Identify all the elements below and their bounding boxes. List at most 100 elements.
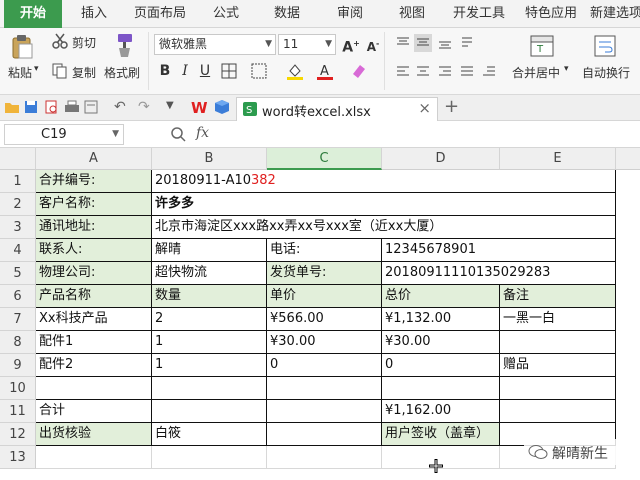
cell-style-icon[interactable]	[250, 62, 268, 80]
merge-dropdown-icon[interactable]: ▾	[564, 64, 569, 74]
cell-b10[interactable]	[152, 377, 267, 400]
scissors-icon[interactable]	[52, 33, 68, 52]
cell-d6[interactable]: 总价	[382, 285, 500, 308]
cell-b2[interactable]: 许多多	[152, 193, 616, 216]
undo-icon[interactable]: ↶	[114, 99, 126, 115]
column-header-d[interactable]: D	[382, 148, 500, 170]
tab-page-layout[interactable]: 页面布局	[124, 0, 196, 28]
cell-e7[interactable]: 一黑一白	[500, 308, 616, 331]
tab-review[interactable]: 审阅	[320, 0, 380, 28]
tab-insert[interactable]: 插入	[66, 0, 122, 28]
cell-c4[interactable]: 电话:	[267, 239, 382, 262]
row-header[interactable]: 12	[0, 423, 36, 446]
cell-e10[interactable]	[500, 377, 616, 400]
tab-formulas[interactable]: 公式	[198, 0, 254, 28]
print-icon[interactable]	[64, 100, 80, 117]
column-header-c[interactable]: C	[267, 148, 382, 170]
cell-a13[interactable]	[36, 446, 152, 469]
column-header-a[interactable]: A	[36, 148, 152, 170]
cell-e9[interactable]: 赠品	[500, 354, 616, 377]
cell-c9[interactable]: 0	[267, 354, 382, 377]
quick-access-dropdown-icon[interactable]: ▼	[166, 100, 174, 111]
row-header[interactable]: 13	[0, 446, 36, 469]
new-tab-icon[interactable]: +	[444, 96, 459, 117]
cell-a12[interactable]: 出货核验	[36, 423, 152, 446]
align-right-icon[interactable]	[436, 64, 454, 82]
row-header[interactable]: 11	[0, 400, 36, 423]
cell-a11[interactable]: 合计	[36, 400, 152, 423]
cell-b12[interactable]: 白筱	[152, 423, 267, 446]
save-icon[interactable]	[24, 100, 38, 117]
cut-button[interactable]: 剪切	[72, 34, 96, 51]
row-header[interactable]: 10	[0, 377, 36, 400]
cell-b4[interactable]: 解晴	[152, 239, 267, 262]
column-header-e[interactable]: E	[500, 148, 616, 170]
cell-a7[interactable]: Xx科技产品	[36, 308, 152, 331]
bold-icon[interactable]: B	[156, 62, 174, 80]
cell-c13[interactable]	[267, 446, 382, 469]
copy-button[interactable]: 复制	[72, 64, 96, 81]
copy-icon[interactable]	[52, 63, 68, 82]
paste-icon[interactable]	[10, 34, 34, 63]
wrap-text-button[interactable]: 自动换行	[582, 64, 630, 81]
cell-d12[interactable]: 用户签收（盖章）	[382, 423, 500, 446]
file-tab[interactable]: S word转excel.xlsx ×	[236, 97, 438, 121]
row-header[interactable]: 6	[0, 285, 36, 308]
font-size-select[interactable]: 11 ▼	[278, 34, 336, 55]
align-center-icon[interactable]	[414, 64, 432, 82]
row-header[interactable]: 8	[0, 331, 36, 354]
cell-e6[interactable]: 备注	[500, 285, 616, 308]
preview-icon[interactable]	[84, 100, 98, 117]
cell-c5[interactable]: 发货单号:	[267, 262, 382, 285]
print-preview-icon[interactable]	[44, 100, 58, 117]
wps-logo-icon[interactable]: W	[190, 99, 208, 118]
tab-new-options[interactable]: 新建选项	[588, 0, 640, 28]
paste-button[interactable]: 粘贴	[8, 64, 32, 81]
cell-b1[interactable]: 20180911-A10382	[152, 170, 616, 193]
italic-icon[interactable]: I	[176, 62, 194, 80]
cell-b9[interactable]: 1	[152, 354, 267, 377]
align-left-icon[interactable]	[394, 64, 412, 82]
merge-center-icon[interactable]: T	[530, 34, 554, 61]
decrease-font-icon[interactable]: A-	[364, 35, 382, 54]
function-icon[interactable]: fx	[196, 125, 209, 141]
row-header[interactable]: 7	[0, 308, 36, 331]
cell-a3[interactable]: 通讯地址:	[36, 216, 152, 239]
wrap-text-icon[interactable]	[594, 34, 616, 61]
format-painter-icon[interactable]	[110, 32, 134, 61]
cell-a1[interactable]: 合并编号:	[36, 170, 152, 193]
cell-d5[interactable]: 20180911110135029283	[382, 262, 616, 285]
cell-b7[interactable]: 2	[152, 308, 267, 331]
cell-a6[interactable]: 产品名称	[36, 285, 152, 308]
cell-d7[interactable]: ¥1,132.00	[382, 308, 500, 331]
justify-icon[interactable]	[458, 64, 476, 82]
cell-a2[interactable]: 客户名称:	[36, 193, 152, 216]
tab-data[interactable]: 数据	[256, 0, 318, 28]
underline-icon[interactable]: U	[196, 62, 214, 80]
format-painter-button[interactable]: 格式刷	[104, 64, 140, 81]
row-header[interactable]: 9	[0, 354, 36, 377]
cell-d10[interactable]	[382, 377, 500, 400]
tab-view[interactable]: 视图	[382, 0, 442, 28]
cell-a10[interactable]	[36, 377, 152, 400]
zoom-search-icon[interactable]	[170, 126, 186, 145]
column-header-b[interactable]: B	[152, 148, 267, 170]
cell-c11[interactable]	[267, 400, 382, 423]
cell-b6[interactable]: 数量	[152, 285, 267, 308]
redo-icon[interactable]: ↷	[138, 99, 150, 115]
tab-developer[interactable]: 开发工具	[444, 0, 514, 28]
cell-d8[interactable]: ¥30.00	[382, 331, 500, 354]
cell-e11[interactable]	[500, 400, 616, 423]
formula-input[interactable]	[236, 124, 636, 145]
font-color-icon[interactable]: A	[316, 62, 334, 80]
row-header[interactable]: 2	[0, 193, 36, 216]
merge-center-button[interactable]: 合并居中	[512, 64, 560, 81]
font-name-select[interactable]: 微软雅黑 ▼	[154, 34, 276, 55]
cell-a4[interactable]: 联系人:	[36, 239, 152, 262]
cell-d11[interactable]: ¥1,162.00	[382, 400, 500, 423]
cell-b5[interactable]: 超快物流	[152, 262, 267, 285]
row-header[interactable]: 4	[0, 239, 36, 262]
row-header[interactable]: 5	[0, 262, 36, 285]
cell-c10[interactable]	[267, 377, 382, 400]
cell-a9[interactable]: 配件2	[36, 354, 152, 377]
